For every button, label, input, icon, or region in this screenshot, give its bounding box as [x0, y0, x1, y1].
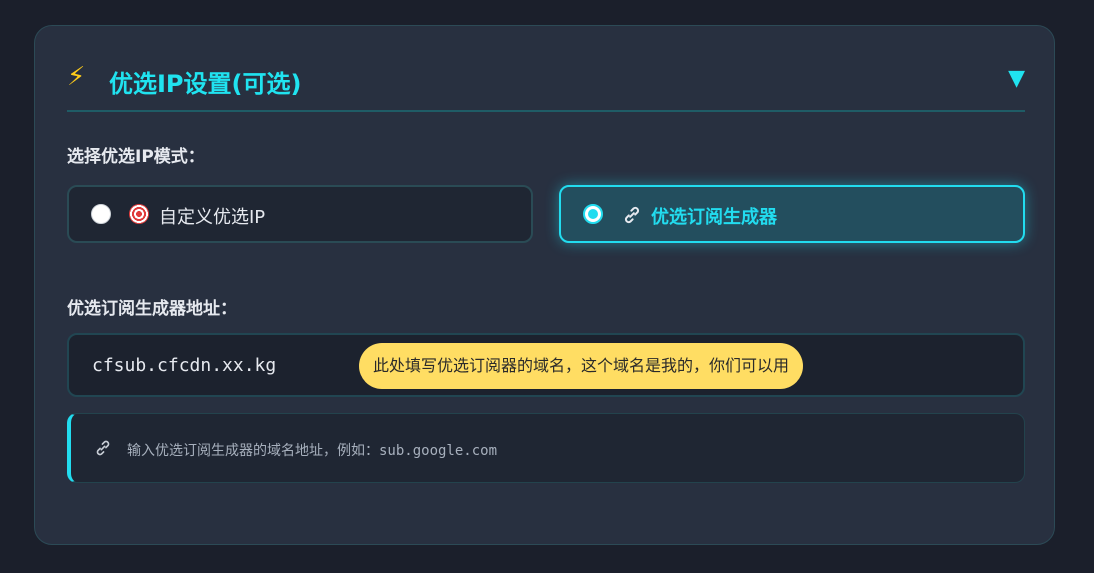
preferred-ip-panel: ⚡ 优选IP设置(可选) ▼ 选择优选IP模式： 自定义优选IP 优选订阅生成器… — [34, 25, 1055, 545]
hint-prefix: 输入优选订阅生成器的域名地址，例如： — [127, 443, 379, 459]
target-icon — [129, 204, 149, 224]
link-icon — [96, 440, 110, 456]
panel-header[interactable]: ⚡ 优选IP设置(可选) ▼ — [67, 60, 1025, 112]
generator-address-input[interactable]: cfsub.cfcdn.xx.kg 此处填写优选订阅器的域名，这个域名是我的，你… — [67, 333, 1025, 397]
collapse-toggle-icon[interactable]: ▼ — [1008, 66, 1025, 91]
panel-title: 优选IP设置(可选) — [109, 70, 302, 98]
link-icon — [624, 206, 640, 224]
annotation-tooltip: 此处填写优选订阅器的域名，这个域名是我的，你们可以用 — [359, 343, 804, 389]
mode-label: 选择优选IP模式： — [67, 147, 205, 167]
radio-custom-ip[interactable] — [91, 204, 111, 224]
option-sub-generator-label: 优选订阅生成器 — [651, 207, 777, 228]
generator-address-label: 优选订阅生成器地址： — [67, 299, 237, 319]
radio-sub-generator[interactable] — [583, 204, 603, 224]
lightning-icon: ⚡ — [67, 62, 86, 92]
generator-address-value[interactable]: cfsub.cfcdn.xx.kg — [92, 355, 276, 376]
option-custom-ip[interactable]: 自定义优选IP — [67, 185, 533, 243]
option-custom-ip-label: 自定义优选IP — [159, 207, 266, 228]
hint-example: sub.google.com — [379, 443, 498, 459]
option-sub-generator[interactable]: 优选订阅生成器 — [559, 185, 1025, 243]
hint-box: 输入优选订阅生成器的域名地址，例如：sub.google.com — [67, 413, 1025, 483]
hint-text: 输入优选订阅生成器的域名地址，例如：sub.google.com — [127, 440, 497, 460]
